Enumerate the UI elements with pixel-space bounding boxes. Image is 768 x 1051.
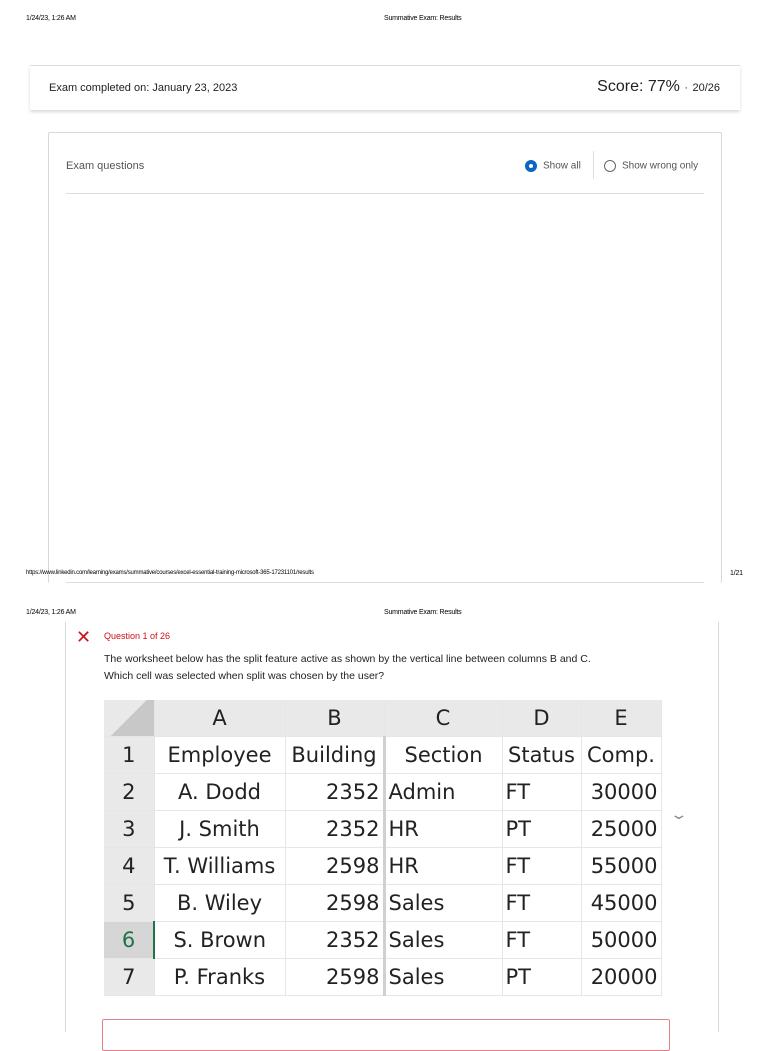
cell: J. Smith	[154, 810, 286, 848]
divider	[593, 151, 594, 179]
divider	[66, 193, 704, 194]
score-separator: ·	[684, 82, 689, 94]
question-card: ✕ Question 1 of 26 The worksheet below h…	[65, 622, 719, 1051]
row-header: 7	[104, 958, 155, 996]
cell: 50000	[581, 921, 662, 959]
column-header-D: D	[502, 700, 582, 737]
cell: Sales	[384, 958, 503, 996]
print-datetime: 1/24/23, 1:26 AM	[26, 15, 76, 22]
cell: Admin	[384, 773, 503, 811]
exam-summary: Exam completed on: January 23, 2023 Scor…	[30, 65, 740, 110]
cell: HR	[384, 847, 503, 885]
row-header: 1	[104, 736, 155, 774]
radio-selected-icon[interactable]	[525, 160, 537, 172]
incorrect-x-icon: ✕	[76, 627, 92, 647]
cell: 2352	[285, 773, 386, 811]
cell: PT	[502, 810, 582, 848]
spreadsheet-image: ABCDE 1 Employee Building Section Status Comp…	[104, 700, 662, 996]
print-page: 1/21	[730, 570, 743, 577]
question-text: The worksheet below has the split featur…	[104, 651, 591, 685]
completed-date: Exam completed on: January 23, 2023	[49, 82, 238, 94]
cell: 2598	[285, 958, 386, 996]
cell: 2598	[285, 847, 386, 885]
filter-show-wrong-only[interactable]: Show wrong only	[604, 160, 698, 172]
cell: A. Dodd	[154, 773, 286, 811]
cell: 2352	[285, 921, 386, 959]
column-header-C: C	[384, 700, 503, 737]
cell: FT	[502, 921, 582, 959]
column-header-E: E	[581, 700, 662, 737]
score-fraction: 20/26	[692, 82, 720, 94]
filter-show-all[interactable]: Show all	[525, 160, 581, 172]
cell: Employee	[154, 736, 286, 774]
table-row: 7 P. Franks 2598 Sales PT 20000	[104, 958, 662, 996]
cell: FT	[502, 884, 582, 922]
cell: HR	[384, 810, 503, 848]
table-row: 2 A. Dodd 2352 Admin FT 30000	[104, 773, 662, 811]
spreadsheet-table: ABCDE 1 Employee Building Section Status Comp…	[104, 700, 662, 996]
cell: Building	[285, 736, 386, 774]
cell: 20000	[581, 958, 662, 996]
cell: P. Franks	[154, 958, 286, 996]
table-row: 6 S. Brown 2352 Sales FT 50000	[104, 921, 662, 959]
show-all-label: Show all	[543, 160, 581, 172]
cell: T. Williams	[154, 847, 286, 885]
row-header: 6	[104, 921, 155, 959]
cell: PT	[502, 958, 582, 996]
cell: Section	[384, 736, 503, 774]
column-header-A: A	[154, 700, 286, 737]
exam-questions-title: Exam questions	[66, 160, 145, 172]
question-text-line1: The worksheet below has the split featur…	[104, 653, 591, 665]
cell: 25000	[581, 810, 662, 848]
row-header: 5	[104, 884, 155, 922]
select-all-corner	[104, 700, 155, 737]
score-percent: Score: 77%	[597, 78, 680, 95]
cell: Sales	[384, 884, 503, 922]
question-text-line2: Which cell was selected when split was c…	[104, 670, 385, 682]
cell: 30000	[581, 773, 662, 811]
cell: 2352	[285, 810, 386, 848]
divider	[66, 582, 704, 583]
show-wrong-only-label: Show wrong only	[622, 160, 699, 172]
cell: Sales	[384, 921, 503, 959]
table-row: 3 J. Smith 2352 HR PT 25000	[104, 810, 662, 848]
row-header: 4	[104, 847, 155, 885]
question-number: Question 1 of 26	[104, 631, 171, 641]
row-header: 2	[104, 773, 155, 811]
chevron-down-icon[interactable]: ⌄	[669, 806, 688, 823]
print-url: https://www.linkedin.com/learning/exams/…	[26, 570, 314, 576]
cell: FT	[502, 773, 582, 811]
print-title: Summative Exam: Results	[384, 15, 462, 22]
radio-unselected-icon[interactable]	[604, 160, 616, 172]
cell: 2598	[285, 884, 386, 922]
cell: 45000	[581, 884, 662, 922]
cell: FT	[502, 847, 582, 885]
exam-questions-card: Exam questions Show all Show wrong only	[48, 132, 722, 583]
cell: 55000	[581, 847, 662, 885]
column-header-B: B	[285, 700, 385, 737]
print-datetime: 1/24/23, 1:26 AM	[26, 609, 76, 616]
cell: Comp.	[581, 736, 662, 774]
cell: Status	[502, 736, 582, 774]
cell: S. Brown	[154, 921, 286, 959]
table-row: 4 T. Williams 2598 HR FT 55000	[104, 847, 662, 885]
cell: B. Wiley	[154, 884, 286, 922]
table-row: 1 Employee Building Section Status Comp.	[104, 736, 662, 774]
row-header: 3	[104, 810, 155, 848]
print-title: Summative Exam: Results	[384, 609, 462, 616]
score: Score: 77% · 20/26	[597, 78, 720, 96]
table-row: 5 B. Wiley 2598 Sales FT 45000	[104, 884, 662, 922]
